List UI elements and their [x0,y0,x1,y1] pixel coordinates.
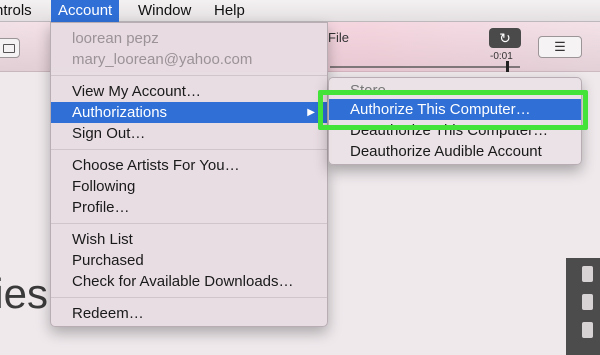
film-hole [582,322,593,338]
film-hole [582,294,593,310]
check-downloads-item[interactable]: Check for Available Downloads… [51,271,327,292]
up-next-list-button[interactable]: ☰ [538,36,582,58]
menu-account[interactable]: Account [51,0,120,22]
progress-knob[interactable] [506,61,509,72]
menu-separator [51,297,327,298]
menu-separator [51,149,327,150]
progress-track[interactable] [330,66,520,68]
profile-item[interactable]: Profile… [51,197,327,218]
deauthorize-audible-item[interactable]: Deauthorize Audible Account [329,141,581,162]
following-item[interactable]: Following [51,176,327,197]
miniplayer-button[interactable] [0,38,20,58]
account-menu: loorean pepz mary_loorean@yahoo.com View… [50,22,328,327]
purchased-item[interactable]: Purchased [51,250,327,271]
authorizations-label: Authorizations [72,104,168,121]
highlight-callout [318,90,588,130]
repeat-icon[interactable]: ↻ [489,28,521,48]
menu-separator [51,75,327,76]
film-strip-icon [566,258,600,355]
choose-artists-item[interactable]: Choose Artists For You… [51,155,327,176]
menu-help[interactable]: Help [207,0,252,22]
remaining-time: -0:01 [490,51,513,62]
menu-window[interactable]: Window [131,0,198,22]
authorizations-item[interactable]: Authorizations ▶ [51,102,327,123]
account-user-email: mary_loorean@yahoo.com [72,51,253,68]
film-hole [582,266,593,282]
account-user-name: loorean pepz [72,30,159,47]
wish-list-item[interactable]: Wish List [51,229,327,250]
view-account-item[interactable]: View My Account… [51,81,327,102]
section-heading: vies [0,270,48,317]
submenu-arrow-icon: ▶ [307,107,315,118]
sign-out-item[interactable]: Sign Out… [51,123,327,144]
redeem-item[interactable]: Redeem… [51,303,327,324]
menu-bar: ntrols Account Window Help [0,0,600,22]
menu-controls[interactable]: ntrols [0,0,39,22]
menu-separator [51,223,327,224]
now-playing-title: File [328,30,349,45]
